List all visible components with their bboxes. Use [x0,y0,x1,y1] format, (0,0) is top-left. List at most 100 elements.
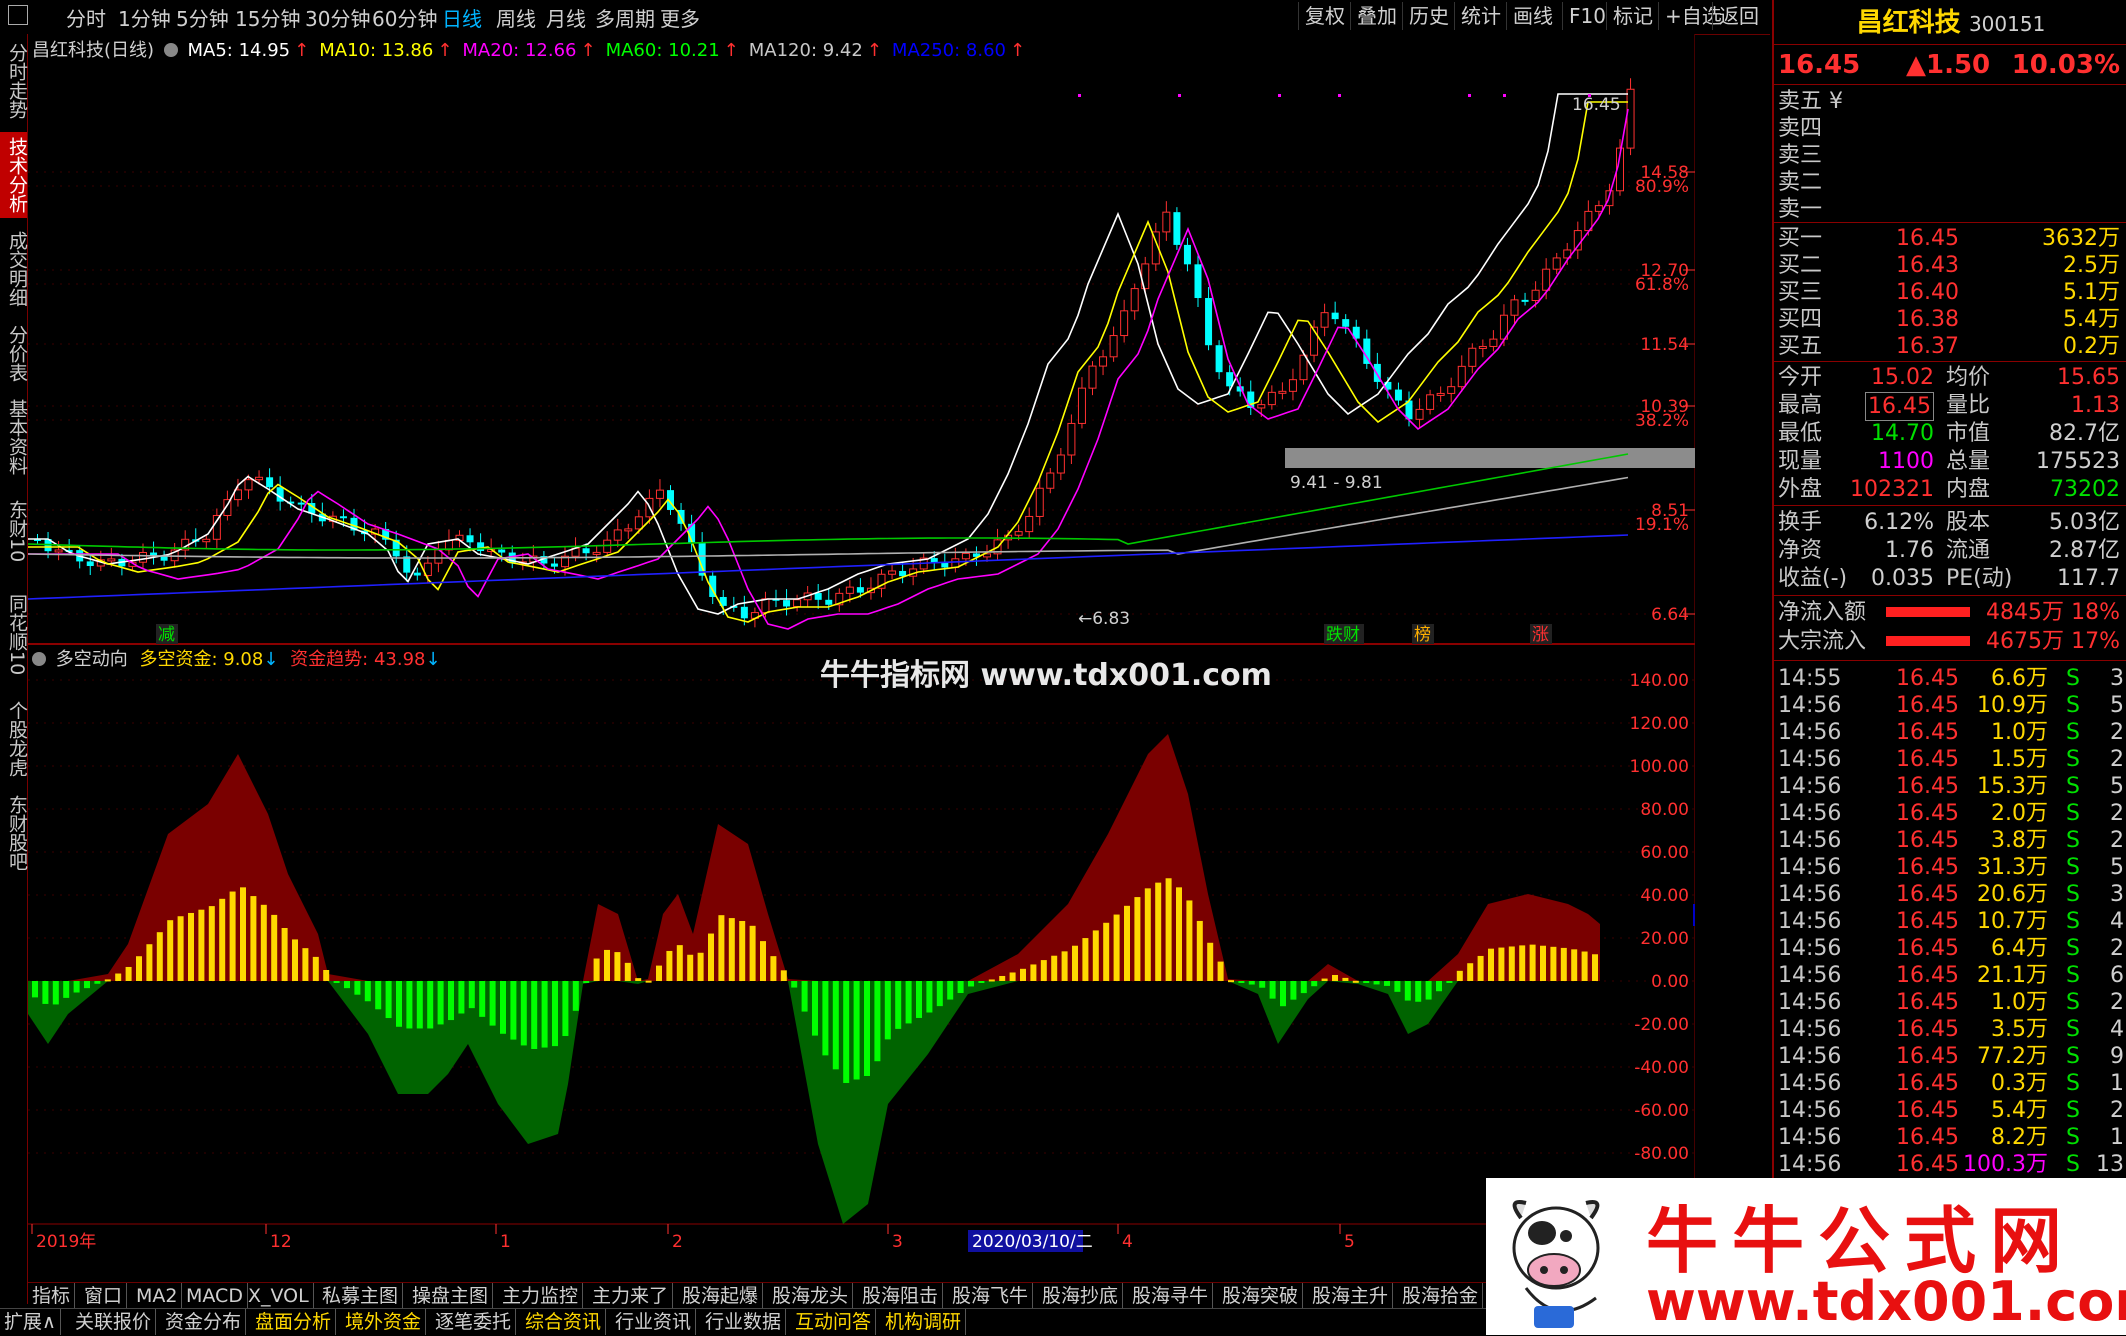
indicator-bar [1238,981,1245,983]
indicator-tab[interactable]: X_VOL [244,1283,314,1309]
tick-price: 16.45 [1896,1098,1959,1123]
buy-level-row[interactable]: 买三 16.40 5.1万 [1778,279,2124,306]
tick-time: 14:55 [1778,666,1842,691]
indicator-tab[interactable]: 指标 [28,1283,76,1309]
period-tab[interactable]: 5分钟 [176,3,229,32]
settings-circle-icon[interactable] [32,652,46,666]
menu-square-icon[interactable] [8,5,28,25]
left-nav-tab[interactable]: 基本资料 [0,394,28,480]
info-tab[interactable]: 境外资金 [341,1309,427,1335]
indicator-bar [656,965,662,981]
stat-value: 175523 [2036,449,2120,474]
indicator-tab[interactable]: 股海龙头 [768,1283,854,1309]
tick-count: 1 [2110,1125,2124,1150]
toolbar-button[interactable]: 复权 [1298,2,1351,30]
buy-level-row[interactable]: 买五 16.37 0.2万 [1778,333,2124,360]
left-nav-tab[interactable]: 东财股吧 [0,790,28,876]
price-axis-label: 6.64 [1651,605,1689,625]
toolbar-button[interactable]: 叠加 [1350,2,1403,30]
info-tab[interactable]: 关联报价 [71,1309,157,1335]
indicator-tab[interactable]: 主力来了 [588,1283,674,1309]
indicator-tab[interactable]: 股海拾金 [1398,1283,1484,1309]
indicator-tab[interactable]: 股海飞牛 [948,1283,1034,1309]
period-tab[interactable]: 30分钟 [305,3,370,32]
candle-up [1489,338,1498,347]
info-tab[interactable]: 盘面分析 [251,1309,337,1335]
period-tab[interactable]: 更多 [660,3,700,32]
indicator-tab[interactable]: 股海起爆 [678,1283,764,1309]
period-tab[interactable]: 分时 [66,3,106,32]
period-tab[interactable]: 日线 [442,3,482,32]
indicator-bar [864,981,870,1077]
stat-label: 收益(-) [1778,566,1848,591]
left-nav-tab[interactable]: 个股龙虎 [0,696,28,782]
info-tab[interactable]: 行业资讯 [611,1309,697,1335]
indicator-bar [1228,980,1234,983]
indicator-bar [895,981,902,1029]
info-tab[interactable]: 扩展∧ [0,1309,61,1335]
toolbar-button[interactable]: 标记 [1606,2,1659,30]
settings-circle-icon[interactable] [163,43,178,57]
indicator-bar [780,970,787,981]
left-nav-tab[interactable]: 分价表 [0,320,28,386]
tick-count: 2 [2110,936,2124,961]
indicator-tab[interactable]: 操盘主图 [408,1283,494,1309]
period-tab[interactable]: 周线 [496,3,536,32]
toolbar-button[interactable]: 统计 [1454,2,1507,30]
left-nav-tab[interactable]: 东财10 [0,488,28,574]
indicator-bar [541,981,548,1048]
indicator-tab[interactable]: MACD [182,1283,248,1309]
period-tab[interactable]: 60分钟 [372,3,437,32]
toolbar-button[interactable]: 历史 [1402,2,1455,30]
indicator-bar [354,981,361,995]
indicator-tab[interactable]: 股海阻击 [858,1283,944,1309]
toolbar-button[interactable]: F10 [1562,2,1612,30]
candle-up [1626,88,1635,149]
left-nav-tab[interactable]: 同花顺10 [0,582,28,688]
indicator-bar [905,981,912,1024]
left-nav-tab[interactable]: 技术分析 [0,132,28,218]
buy-level-row[interactable]: 买一 16.45 3632万 [1778,225,2124,252]
indicator-tab[interactable]: 私募主图 [318,1283,404,1309]
toolbar-button[interactable]: 返回 [1712,2,1765,30]
buy-level-label: 买四 [1778,307,1823,332]
left-nav-tab[interactable]: 成交明细 [0,226,28,312]
stat-value: 5.03亿 [2049,510,2120,535]
event-marker: 涨 [1532,625,1549,645]
tick-row: 14:56 16.45 21.1万 S 6 [1778,962,2124,989]
flow-value: 4675万 [1986,629,2064,654]
indicator-tab[interactable]: 股海寻牛 [1128,1283,1214,1309]
stat-value: 117.7 [2057,566,2120,591]
info-tab[interactable]: 互动问答 [791,1309,877,1335]
info-tab[interactable]: 逐笔委托 [431,1309,517,1335]
buy-level-row[interactable]: 买四 16.38 5.4万 [1778,306,2124,333]
indicator-tab[interactable]: 股海突破 [1218,1283,1304,1309]
left-nav-tab[interactable]: 分时走势 [0,38,28,124]
indicator-bar [884,981,891,1040]
info-tab[interactable]: 综合资讯 [521,1309,607,1335]
indicator-tab[interactable]: 窗口 [80,1283,128,1309]
info-tab[interactable]: 资金分布 [161,1309,247,1335]
candle-up [244,479,253,491]
period-tab[interactable]: 月线 [546,3,586,32]
indicator-tab[interactable]: 主力监控 [498,1283,584,1309]
tick-count: 13 [2096,1152,2124,1177]
quote-header: 昌红科技 300151 [1778,6,2124,40]
indicator-tab[interactable]: 股海抄底 [1038,1283,1124,1309]
stock-code: 300151 [1968,12,2046,36]
date-axis-label: 5 [1344,1232,1355,1252]
period-tab[interactable]: 多周期 [595,3,655,32]
price-change: ▲1.50 [1906,50,1991,80]
buy-level-row[interactable]: 买二 16.43 2.5万 [1778,252,2124,279]
period-tab[interactable]: 15分钟 [235,3,300,32]
toolbar-button[interactable]: 画线 [1506,2,1559,30]
indicator-tab[interactable]: MA2 [132,1283,183,1309]
tick-time: 14:56 [1778,1152,1842,1177]
indicator-bar [957,981,964,994]
indicator-bar [219,898,226,981]
period-tab[interactable]: 1分钟 [118,3,171,32]
info-tab[interactable]: 机构调研 [881,1309,967,1335]
candle-up [1510,299,1519,316]
indicator-tab[interactable]: 股海主升 [1308,1283,1394,1309]
info-tab[interactable]: 行业数据 [701,1309,787,1335]
